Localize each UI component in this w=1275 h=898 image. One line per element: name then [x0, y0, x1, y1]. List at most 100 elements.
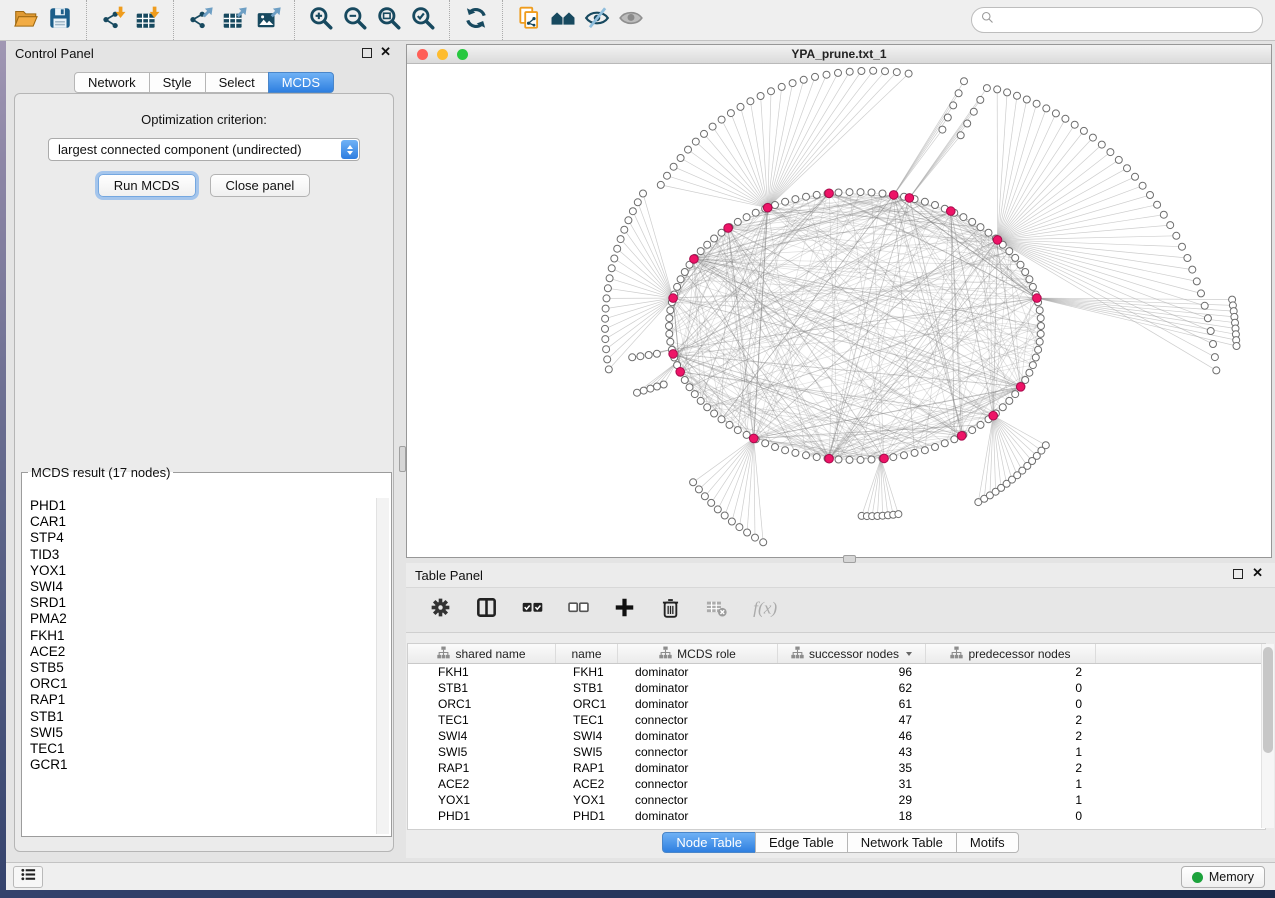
- mcds-node[interactable]: [905, 194, 914, 203]
- mcds-result-item[interactable]: STB1: [30, 709, 375, 725]
- hide-selected-button[interactable]: [580, 4, 614, 36]
- open-button[interactable]: [9, 4, 43, 36]
- network-node[interactable]: [857, 189, 864, 196]
- column-header-predecessor-nodes[interactable]: predecessor nodes: [926, 644, 1096, 663]
- network-node[interactable]: [640, 387, 647, 394]
- export-image-button[interactable]: [251, 4, 285, 36]
- network-node[interactable]: [955, 90, 962, 97]
- network-node[interactable]: [752, 534, 759, 541]
- import-network-button[interactable]: [96, 4, 130, 36]
- network-node[interactable]: [977, 96, 984, 103]
- optimization-criterion-dropdown[interactable]: largest connected component (undirected): [48, 138, 360, 161]
- mcds-result-scrollbar[interactable]: [376, 498, 389, 834]
- network-node[interactable]: [1154, 201, 1161, 208]
- network-node[interactable]: [835, 189, 842, 196]
- network-node[interactable]: [999, 404, 1006, 411]
- network-node[interactable]: [1160, 211, 1167, 218]
- mcds-result-item[interactable]: SRD1: [30, 595, 375, 611]
- network-node[interactable]: [625, 217, 632, 224]
- network-node[interactable]: [823, 71, 830, 78]
- network-node[interactable]: [1210, 341, 1217, 348]
- delete-button[interactable]: [660, 597, 681, 623]
- network-node[interactable]: [1026, 369, 1033, 376]
- mcds-node[interactable]: [825, 454, 834, 463]
- network-node[interactable]: [813, 454, 820, 461]
- network-node[interactable]: [1037, 315, 1044, 322]
- network-node[interactable]: [621, 226, 628, 233]
- float-panel-icon[interactable]: [362, 48, 372, 58]
- network-node[interactable]: [768, 88, 775, 95]
- network-node[interactable]: [695, 486, 702, 493]
- mcds-node[interactable]: [1033, 294, 1042, 303]
- first-neighbors-button[interactable]: [546, 4, 580, 36]
- network-window-titlebar[interactable]: YPA_prune.txt_1: [407, 45, 1271, 64]
- network-node[interactable]: [1032, 354, 1039, 361]
- network-node[interactable]: [726, 421, 733, 428]
- network-node[interactable]: [939, 126, 946, 133]
- mcds-node[interactable]: [993, 236, 1002, 245]
- mcds-result-item[interactable]: STP4: [30, 530, 375, 546]
- network-node[interactable]: [605, 366, 612, 373]
- float-table-panel-icon[interactable]: [1233, 569, 1243, 579]
- network-node[interactable]: [772, 444, 779, 451]
- network-node[interactable]: [1189, 266, 1196, 273]
- network-node[interactable]: [812, 73, 819, 80]
- close-panel-button[interactable]: Close panel: [210, 174, 311, 197]
- network-node[interactable]: [835, 456, 842, 463]
- network-node[interactable]: [921, 447, 928, 454]
- network-node[interactable]: [677, 276, 684, 283]
- network-node[interactable]: [890, 454, 897, 461]
- network-node[interactable]: [911, 449, 918, 456]
- network-node[interactable]: [1017, 261, 1024, 268]
- mcds-result-item[interactable]: TID3: [30, 547, 375, 563]
- network-node[interactable]: [617, 236, 624, 243]
- column-header-successor-nodes[interactable]: successor nodes: [778, 644, 926, 663]
- network-node[interactable]: [752, 209, 759, 216]
- network-node[interactable]: [813, 191, 820, 198]
- mcds-result-item[interactable]: ACE2: [30, 644, 375, 660]
- zoom-fit-button[interactable]: [372, 4, 406, 36]
- network-node[interactable]: [985, 229, 992, 236]
- network-node[interactable]: [868, 456, 875, 463]
- column-header-shared-name[interactable]: shared name: [408, 644, 556, 663]
- import-table-button[interactable]: [130, 4, 164, 36]
- network-node[interactable]: [1029, 362, 1036, 369]
- network-node[interactable]: [727, 110, 734, 117]
- mcds-result-item[interactable]: STB5: [30, 660, 375, 676]
- network-node[interactable]: [1089, 134, 1096, 141]
- network-node[interactable]: [721, 512, 728, 519]
- network-node[interactable]: [604, 356, 611, 363]
- network-node[interactable]: [921, 198, 928, 205]
- network-node[interactable]: [870, 67, 877, 74]
- tab-mcds[interactable]: MCDS: [268, 72, 334, 93]
- network-node[interactable]: [1080, 127, 1087, 134]
- network-node[interactable]: [664, 172, 671, 179]
- network-node[interactable]: [604, 285, 611, 292]
- network-node[interactable]: [1198, 290, 1205, 297]
- network-node[interactable]: [1023, 96, 1030, 103]
- mcds-result-item[interactable]: PMA2: [30, 611, 375, 627]
- network-node[interactable]: [792, 449, 799, 456]
- network-node[interactable]: [789, 80, 796, 87]
- network-node[interactable]: [1004, 89, 1011, 96]
- network-node[interactable]: [701, 493, 708, 500]
- network-node[interactable]: [709, 123, 716, 130]
- network-node[interactable]: [629, 208, 636, 215]
- window-close-button[interactable]: [417, 49, 428, 60]
- tab-style[interactable]: Style: [149, 72, 206, 93]
- network-node[interactable]: [634, 389, 641, 396]
- table-scrollbar-thumb[interactable]: [1263, 647, 1273, 753]
- table-row[interactable]: FKH1FKH1dominator962: [408, 664, 1265, 680]
- save-button[interactable]: [43, 4, 77, 36]
- zoom-in-button[interactable]: [304, 4, 338, 36]
- network-node[interactable]: [744, 529, 751, 536]
- network-node[interactable]: [977, 421, 984, 428]
- tab-network-table[interactable]: Network Table: [847, 832, 957, 853]
- network-node[interactable]: [736, 524, 743, 531]
- network-node[interactable]: [666, 323, 673, 330]
- network-node[interactable]: [950, 102, 957, 109]
- network-node[interactable]: [1213, 367, 1220, 374]
- tab-select[interactable]: Select: [205, 72, 269, 93]
- network-node[interactable]: [882, 68, 889, 75]
- table-row[interactable]: ORC1ORC1dominator610: [408, 696, 1265, 712]
